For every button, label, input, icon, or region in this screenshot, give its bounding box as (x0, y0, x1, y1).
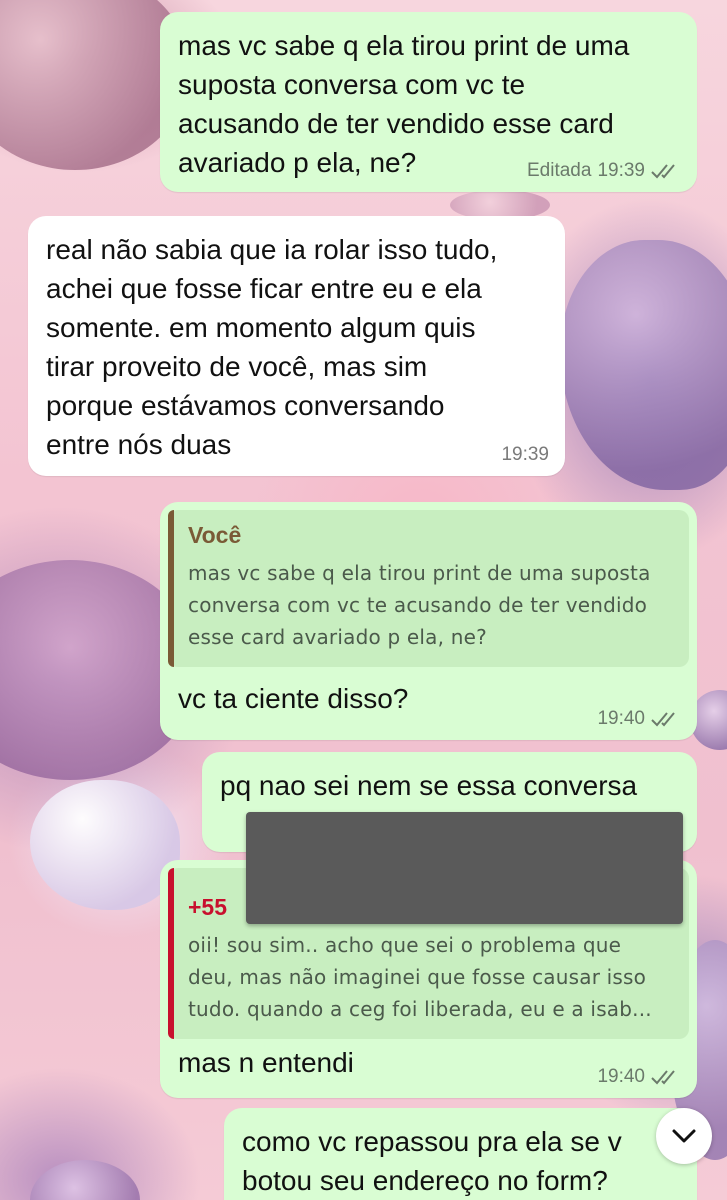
wallpaper-heart (30, 780, 180, 910)
message-bubble-outgoing[interactable]: Você mas vc sabe q ela tirou print de um… (160, 502, 697, 740)
message-meta: Editada 19:39 (527, 160, 681, 182)
message-text: pq nao sei nem se essa conversa (220, 770, 638, 801)
wallpaper-balloon (30, 1160, 140, 1200)
double-check-icon (651, 164, 675, 179)
double-check-icon (651, 712, 675, 727)
double-check-icon (651, 1070, 675, 1085)
wallpaper-bow (560, 240, 727, 490)
message-meta: 19:40 (597, 708, 681, 730)
message-text: real não sabia que ia rolar isso tudo, a… (46, 234, 498, 460)
quoted-text: mas vc sabe q ela tirou print de uma sup… (188, 561, 651, 649)
message-time: 19:39 (501, 444, 549, 465)
message-bubble-outgoing[interactable]: como vc repassou pra ela se v botou seu … (224, 1108, 697, 1200)
chevron-down-icon (672, 1129, 696, 1143)
message-time: 19:39 (597, 160, 645, 181)
message-time: 19:40 (597, 1066, 645, 1087)
quoted-author: Você (188, 522, 242, 548)
message-text: como vc repassou pra ela se v botou seu … (242, 1126, 622, 1196)
quoted-text: oii! sou sim.. acho que sei o problema q… (188, 933, 652, 1021)
edited-label: Editada (527, 160, 592, 181)
message-bubble-incoming[interactable]: real não sabia que ia rolar isso tudo, a… (28, 216, 565, 476)
scroll-to-bottom-button[interactable] (656, 1108, 712, 1164)
message-bubble-outgoing[interactable]: mas vc sabe q ela tirou print de uma sup… (160, 12, 697, 192)
quoted-message[interactable]: Você mas vc sabe q ela tirou print de um… (168, 510, 689, 667)
message-text: mas vc sabe q ela tirou print de uma sup… (178, 30, 630, 178)
message-time: 19:40 (597, 708, 645, 729)
redaction-box (246, 812, 683, 924)
message-meta: 19:39 (501, 444, 549, 466)
message-meta: 19:40 (597, 1066, 681, 1088)
